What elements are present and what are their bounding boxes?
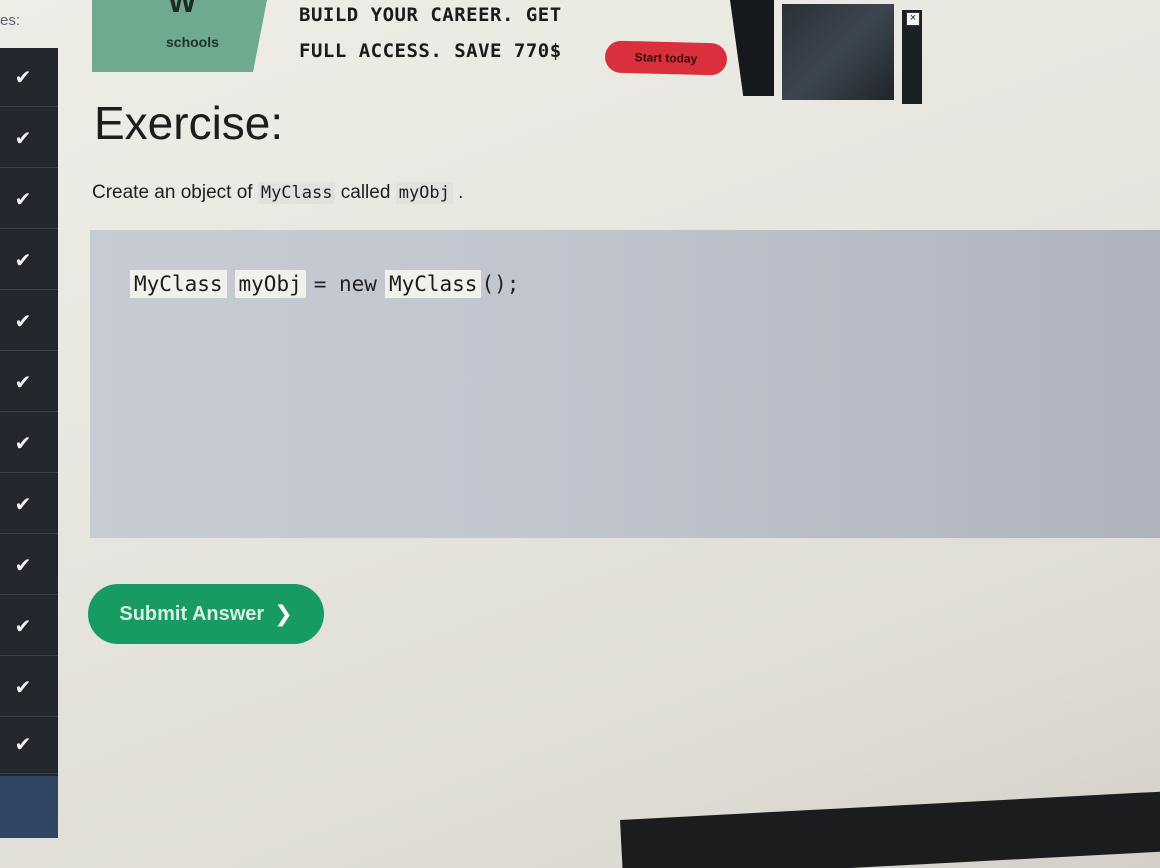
code-text-equals-new: = new [313, 272, 377, 296]
check-icon: ✔ [14, 492, 32, 516]
check-icon: ✔ [14, 187, 32, 211]
start-today-button[interactable]: Start today [604, 40, 728, 76]
exercise-instruction: Create an object of MyClass called myObj… [92, 182, 463, 204]
sidebar-item-5[interactable]: ✔ [0, 292, 58, 351]
check-icon: ✔ [14, 614, 32, 638]
sidebar-footer [0, 776, 58, 838]
check-icon: ✔ [14, 370, 32, 394]
sidebar-item-7[interactable]: ✔ [0, 414, 58, 473]
sidebar-item-11[interactable]: ✔ [0, 658, 58, 717]
ad-headline-line2: FULL ACCESS. SAVE 770$ [299, 40, 562, 62]
page-title: Exercise: [94, 97, 284, 149]
instruction-object-name: myObj [395, 182, 453, 204]
close-icon[interactable]: × [906, 12, 920, 26]
check-icon: ✔ [14, 675, 32, 699]
instruction-text: called [340, 182, 391, 203]
sidebar-top-label: es: [0, 12, 21, 29]
check-icon: ✔ [14, 126, 32, 150]
check-icon: ✔ [14, 732, 32, 756]
sidebar-item-1[interactable]: ✔ [0, 48, 58, 107]
code-input-class[interactable]: MyClass [130, 270, 227, 298]
ad-banner[interactable]: W schools BUILD YOUR CAREER. GET FULL AC… [92, 0, 942, 105]
monitor-bezel [620, 790, 1160, 868]
ad-image-strip [730, 0, 774, 96]
instruction-text: Create an object of [92, 182, 253, 203]
code-line: MyClass myObj = new MyClass (); [130, 270, 519, 298]
check-icon: ✔ [14, 309, 32, 333]
sidebar-item-12[interactable]: ✔ [0, 715, 58, 774]
submit-label: Submit Answer [119, 602, 265, 625]
sidebar-item-4[interactable]: ✔ [0, 231, 58, 290]
sidebar-item-8[interactable]: ✔ [0, 475, 58, 534]
sidebar-item-6[interactable]: ✔ [0, 353, 58, 412]
sidebar-item-2[interactable]: ✔ [0, 109, 58, 168]
logo-mark: W [168, 0, 197, 19]
sidebar-item-10[interactable]: ✔ [0, 597, 58, 656]
chevron-right-icon: ❯ [274, 601, 293, 627]
instruction-period: . [458, 182, 464, 203]
ad-image [782, 4, 894, 100]
logo-text: schools [166, 34, 219, 50]
check-icon: ✔ [14, 553, 32, 577]
code-text-tail: (); [481, 272, 520, 296]
code-input-object[interactable]: myObj [234, 270, 306, 298]
sidebar-item-3[interactable]: ✔ [0, 170, 58, 229]
instruction-class-name: MyClass [257, 182, 336, 204]
ad-headline-line1: BUILD YOUR CAREER. GET [299, 4, 562, 26]
code-editor: MyClass myObj = new MyClass (); [90, 230, 1160, 538]
submit-answer-button[interactable]: Submit Answer ❯ [88, 584, 324, 644]
check-icon: ✔ [14, 431, 32, 455]
check-icon: ✔ [14, 248, 32, 272]
check-icon: ✔ [14, 65, 32, 89]
code-input-constructor[interactable]: MyClass [384, 270, 482, 298]
sidebar-item-9[interactable]: ✔ [0, 536, 58, 595]
w3schools-logo[interactable]: W schools [92, 0, 267, 72]
page: es: ✔ ✔ ✔ ✔ ✔ ✔ ✔ ✔ ✔ ✔ ✔ ✔ W schools BU… [0, 0, 1160, 868]
sidebar: ✔ ✔ ✔ ✔ ✔ ✔ ✔ ✔ ✔ ✔ ✔ ✔ [0, 48, 58, 838]
